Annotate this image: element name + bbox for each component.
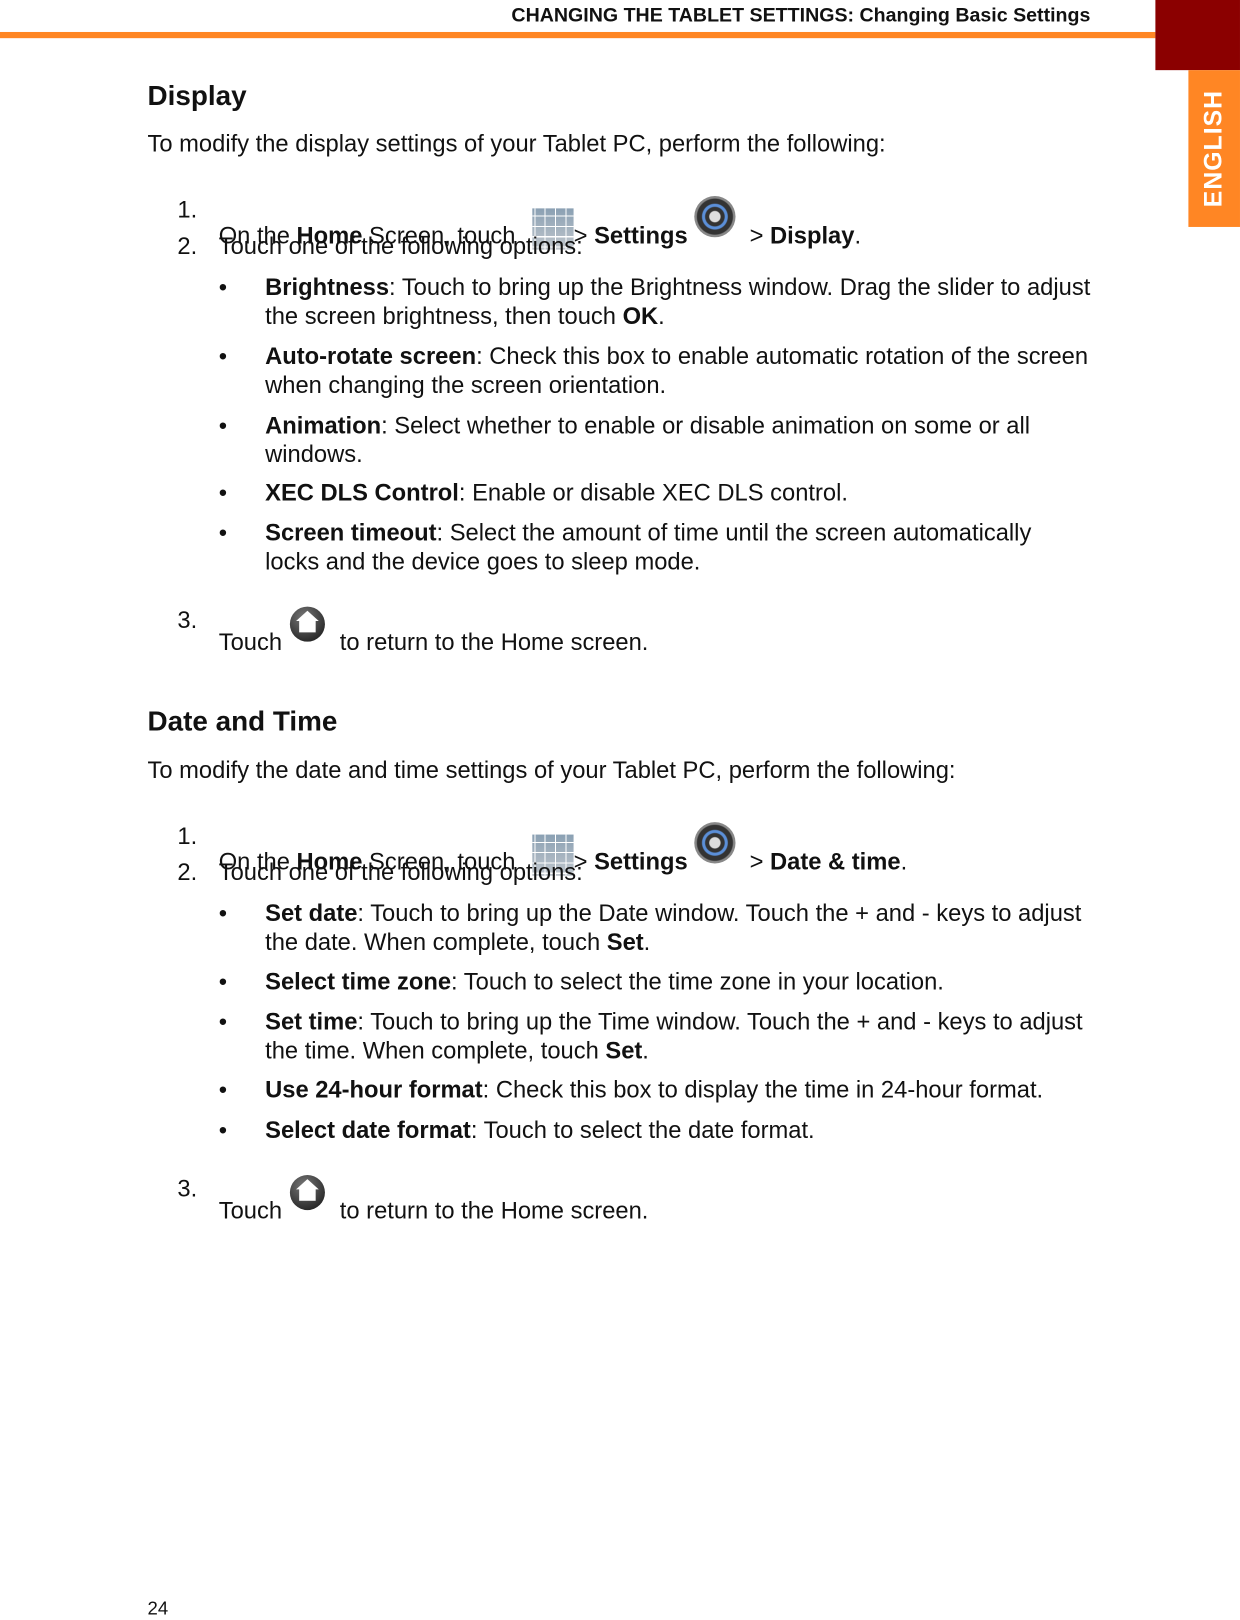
bullet-dot: •	[218, 1007, 228, 1035]
text: .	[642, 1036, 649, 1064]
bullet-dot: •	[218, 411, 228, 439]
bullet-dot: •	[218, 1116, 228, 1144]
text: to return to the Home screen.	[339, 628, 649, 656]
step-text: Touch one of the following options:	[218, 232, 583, 259]
text: .	[900, 847, 908, 875]
home-icon	[290, 606, 326, 642]
bullet-text: Set time: Touch to bring up the Time win…	[265, 1007, 1090, 1065]
bullet-text: Brightness: Touch to bring up the Bright…	[265, 272, 1090, 330]
option-description: : Touch to bring up the Date window. Tou…	[265, 899, 1082, 956]
bullet-dot: •	[218, 1075, 228, 1103]
text: .	[854, 221, 862, 249]
corner-block	[1155, 0, 1240, 71]
bold-text: Set	[605, 1036, 643, 1064]
option-name: Brightness	[265, 273, 390, 301]
section-intro: To modify the date and time settings of …	[147, 756, 956, 783]
page-number: 24	[147, 1597, 169, 1619]
option-description: : Select whether to enable or disable an…	[265, 411, 1031, 468]
language-tab: ENGLISH	[1188, 70, 1240, 227]
step-number: 1.	[177, 822, 198, 850]
section-intro: To modify the display settings of your T…	[147, 129, 886, 157]
section-heading: Display	[147, 80, 247, 112]
step-text: Touch to return to the Home screen.	[218, 1174, 649, 1225]
manual-page: CHANGING THE TABLET SETTINGS: Changing B…	[0, 0, 1240, 1619]
bullet-text: Use 24-hour format: Check this box to di…	[265, 1075, 1090, 1104]
settings-gear-icon	[693, 196, 736, 238]
bullet-dot: •	[218, 899, 228, 927]
bullet-dot: •	[218, 342, 228, 370]
step-number: 2.	[177, 232, 198, 259]
bullet-dot: •	[218, 478, 228, 506]
section-heading: Date and Time	[147, 705, 338, 737]
option-description: : Touch to bring up the Brightness windo…	[265, 273, 1091, 330]
option-description: : Enable or disable XEC DLS control.	[458, 478, 848, 506]
step-number: 3.	[177, 606, 198, 634]
option-name: Screen timeout	[265, 518, 437, 546]
step-number: 2.	[177, 858, 198, 886]
bold-text: Settings	[594, 221, 688, 249]
bold-text: Display	[770, 221, 855, 249]
bullet-dot: •	[218, 518, 228, 546]
option-description: : Check this box to display the time in …	[482, 1075, 1044, 1103]
option-name: Select time zone	[265, 967, 452, 995]
option-name: Auto-rotate screen	[265, 342, 477, 370]
running-header: CHANGING THE TABLET SETTINGS: Changing B…	[511, 5, 1091, 27]
option-name: Animation	[265, 411, 382, 439]
settings-gear-icon	[693, 822, 736, 864]
option-name: Set time	[265, 1007, 358, 1035]
bullet-text: Animation: Select whether to enable or d…	[265, 411, 1090, 469]
step-number: 1.	[177, 196, 198, 223]
text: Touch	[218, 628, 283, 656]
bullet-text: Select time zone: Touch to select the ti…	[265, 967, 1090, 996]
home-icon	[290, 1174, 326, 1211]
option-name: Select date format	[265, 1116, 471, 1144]
text: to return to the Home screen.	[339, 1196, 649, 1224]
bullet-dot: •	[218, 967, 228, 995]
step-number: 3.	[177, 1174, 198, 1202]
bold-text: Set	[606, 928, 644, 956]
text: .	[658, 302, 665, 330]
option-name: XEC DLS Control	[265, 478, 459, 506]
bold-text: Date & time	[770, 847, 901, 875]
text: >	[749, 221, 771, 249]
option-description: : Touch to bring up the Time window. Tou…	[265, 1007, 1083, 1064]
option-description: : Touch to select the time zone in your …	[451, 967, 944, 995]
bullet-text: XEC DLS Control: Enable or disable XEC D…	[265, 478, 1090, 507]
bullet-text: Set date: Touch to bring up the Date win…	[265, 899, 1090, 957]
bullet-dot: •	[218, 273, 228, 301]
header-rule	[0, 31, 1156, 39]
bullet-text: Auto-rotate screen: Check this box to en…	[265, 341, 1090, 399]
step-text: Touch to return to the Home screen.	[218, 606, 649, 657]
option-name: Set date	[265, 899, 358, 927]
option-name: Use 24-hour format	[265, 1075, 483, 1103]
text: >	[749, 847, 771, 875]
bold-text: Settings	[594, 847, 688, 875]
option-description: : Touch to select the date format.	[470, 1116, 815, 1144]
text: .	[643, 928, 651, 956]
text: Touch	[218, 1196, 283, 1224]
bullet-text: Screen timeout: Select the amount of tim…	[265, 518, 1090, 576]
step-text: Touch one of the following options:	[218, 858, 583, 886]
bullet-text: Select date format: Touch to select the …	[265, 1115, 1090, 1144]
language-tab-label: ENGLISH	[1199, 89, 1228, 208]
bold-text: OK	[622, 302, 659, 330]
